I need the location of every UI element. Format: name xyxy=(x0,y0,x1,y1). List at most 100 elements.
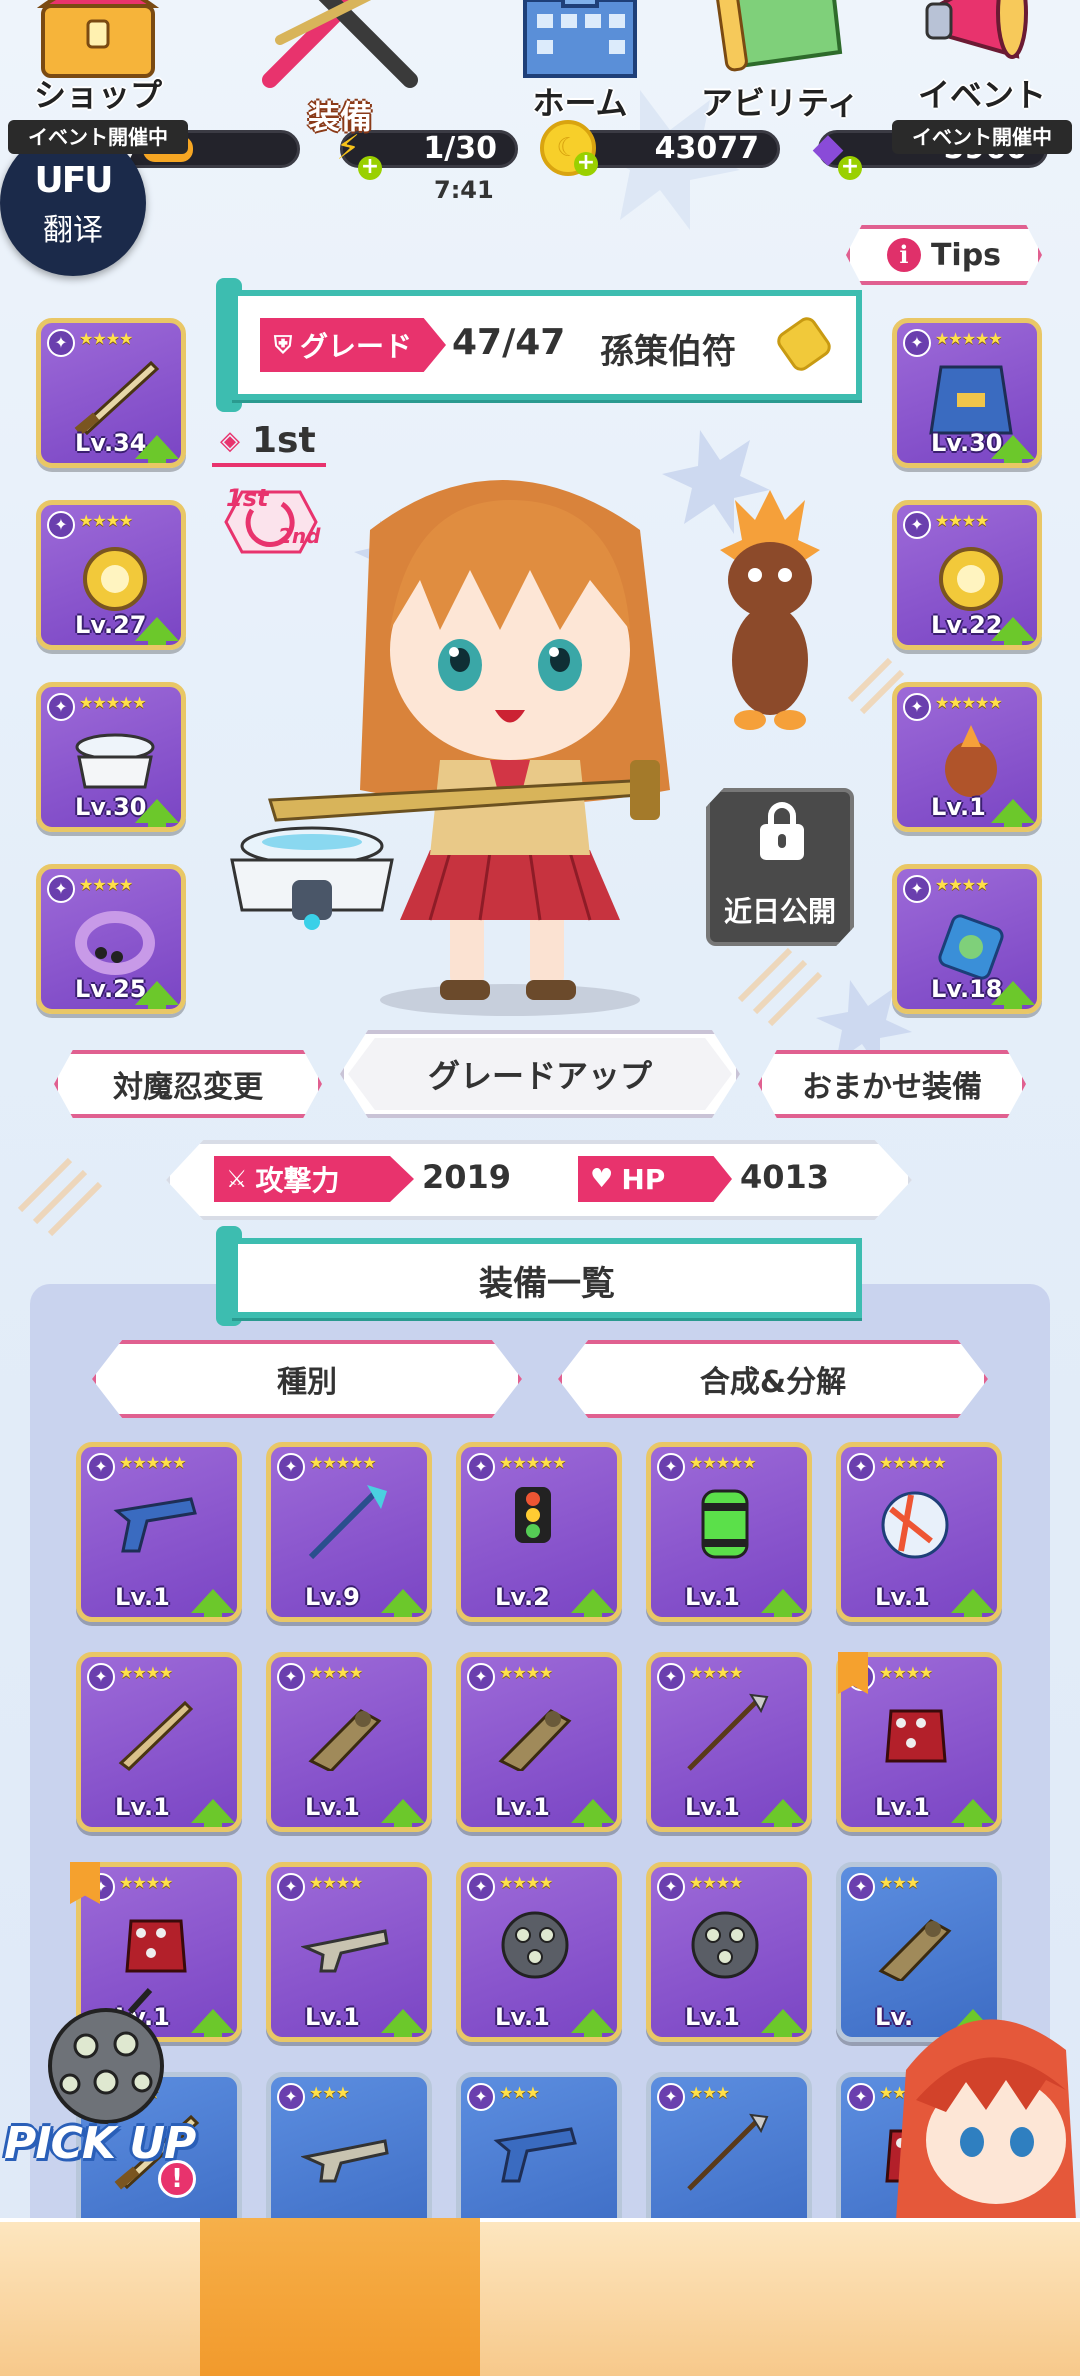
pickup-mine-icon[interactable] xyxy=(30,1986,180,2126)
equipment-type-icon: ✦ xyxy=(47,329,75,357)
left-equipment-slot-card[interactable]: ✦ ★★★★★ Lv.30 xyxy=(36,682,186,832)
level-label: Lv.1 xyxy=(931,793,986,821)
inventory-item-card[interactable]: ✦★★★★ Lv.1 xyxy=(456,1652,622,1832)
inventory-item-card[interactable]: ✦★★★★ Lv.1 xyxy=(456,1862,622,2042)
ball-icon xyxy=(881,1491,949,1559)
pickup-alert-badge: ! xyxy=(158,2160,196,2198)
nav-shop-label: ショップ xyxy=(33,76,162,114)
add-stamina-icon[interactable]: + xyxy=(358,156,382,180)
right-equipment-slot-card[interactable]: ✦ ★★★★ Lv.22 xyxy=(892,500,1042,650)
level-label: Lv.1 xyxy=(115,1583,170,1611)
upgrade-arrow-icon xyxy=(951,1589,995,1617)
level-label: Lv.1 xyxy=(495,1793,550,1821)
charm-icon xyxy=(938,914,1004,980)
upgrade-arrow-icon xyxy=(191,1799,235,1827)
hp-value: 4013 xyxy=(740,1158,830,1196)
inventory-item-card[interactable]: ✦ ★★★★★ Lv.1 xyxy=(76,1442,242,1622)
inventory-item-card[interactable]: ✦ ★★★★★ Lv.1 xyxy=(646,1442,812,1622)
armor-icon xyxy=(929,365,1013,435)
left-equipment-slot-card[interactable]: ✦ ★★★★ Lv.27 xyxy=(36,500,186,650)
left-equipment-slot-card[interactable]: ✦ ★★★★ Lv.25 xyxy=(36,864,186,1014)
level-label: Lv.1 xyxy=(685,1793,740,1821)
pet-icon xyxy=(945,725,997,797)
upgrade-arrow-icon xyxy=(191,1589,235,1617)
level-label: Lv.1 xyxy=(875,1583,930,1611)
inventory-item-card[interactable]: ✦★★★★ Lv.1 xyxy=(266,1862,432,2042)
nav-equipment[interactable]: 装備 xyxy=(200,0,480,158)
equipment-type-icon: ✦ xyxy=(903,511,931,539)
upgrade-arrow-icon xyxy=(135,981,179,1009)
rarity-stars: ★★★★ xyxy=(499,1663,553,1682)
bottom-nav xyxy=(0,2218,1080,2376)
rarity-stars: ★★★ xyxy=(689,2083,730,2102)
diamond-icon: ◈ xyxy=(220,426,240,456)
equipment-type-icon: ✦ xyxy=(277,2083,305,2111)
sword-icon: ⚔ xyxy=(226,1165,248,1193)
upgrade-arrow-icon xyxy=(381,1799,425,1827)
pickup-badge-text: ! xyxy=(171,2164,183,2194)
rarity-stars: ★★★★ xyxy=(79,875,133,894)
equipment-type-icon: ✦ xyxy=(903,693,931,721)
equipment-type-icon: ✦ xyxy=(657,2083,685,2111)
pickup-banner[interactable]: PICK UP xyxy=(4,2118,196,2169)
crossed-weapons-icon xyxy=(262,0,418,88)
rarity-stars: ★★★★★ xyxy=(309,1453,377,1472)
filter-type-button[interactable]: 種別 xyxy=(92,1340,522,1418)
right-equipment-slot-card[interactable]: ✦ ★★★★★ Lv.1 xyxy=(892,682,1042,832)
rarity-stars: ★★★★★ xyxy=(935,329,1003,348)
bracelet-icon xyxy=(75,911,155,975)
gauntlet-icon xyxy=(498,1709,572,1771)
inventory-item-card[interactable]: ✦ ★★★★★ Lv.9 xyxy=(266,1442,432,1622)
inventory-item-card[interactable]: ✦★★★★ Lv.1 xyxy=(646,1862,812,2042)
rarity-stars: ★★★★★ xyxy=(879,1453,947,1472)
grade-up-button[interactable]: グレードアップ xyxy=(340,1030,740,1118)
inventory-item-card[interactable]: ✦★★★★ Lv.1 xyxy=(646,1652,812,1832)
rarity-stars: ★★★★ xyxy=(499,1873,553,1892)
add-gems-icon[interactable]: + xyxy=(838,156,862,180)
level-label: Lv.1 xyxy=(685,1583,740,1611)
upgrade-arrow-icon xyxy=(761,1799,805,1827)
pet-illustration xyxy=(720,490,820,730)
hp-tag: ♥ HP xyxy=(578,1156,732,1202)
inventory-item-card[interactable]: ✦ ★★★★★ Lv.2 xyxy=(456,1442,622,1622)
character-name: 孫策伯符 xyxy=(600,332,736,372)
attack-tag: ⚔ 攻撃力 xyxy=(214,1156,414,1202)
shield-icon: ⛨ xyxy=(274,331,292,359)
left-equipment-slot-card[interactable]: ✦ ★★★★ Lv.34 xyxy=(36,318,186,468)
equipment-type-icon: ✦ xyxy=(87,1453,115,1481)
rarity-stars: ★★★★ xyxy=(119,1873,173,1892)
ring-icon xyxy=(83,547,147,611)
level-label: Lv.1 xyxy=(875,1793,930,1821)
equipment-type-icon: ✦ xyxy=(903,329,931,357)
upgrade-arrow-icon xyxy=(135,617,179,645)
locked-slot: 近日公開 xyxy=(706,788,854,946)
change-ninja-button[interactable]: 対魔忍変更 xyxy=(54,1050,322,1118)
grade-tag: ⛨ グレード xyxy=(260,318,446,372)
equipment-type-icon: ✦ xyxy=(277,1873,305,1901)
mine-icon xyxy=(691,1911,759,1979)
level-label: Lv.1 xyxy=(685,2003,740,2031)
info-icon: i xyxy=(886,238,921,272)
inventory-item-card[interactable]: ✦★★★★ Lv.1 xyxy=(266,1652,432,1832)
nav-event[interactable]: イベント イベント開催中 xyxy=(884,0,1080,158)
right-equipment-slot-card[interactable]: ✦ ★★★★ Lv.18 xyxy=(892,864,1042,1014)
nav-ability[interactable]: アビリティ xyxy=(680,0,880,158)
nav-shop[interactable]: ショップ イベント開催中 xyxy=(0,0,196,158)
upgrade-arrow-icon xyxy=(381,1589,425,1617)
gauntlet-icon xyxy=(878,1919,952,1981)
upgrade-arrow-icon xyxy=(191,2009,235,2037)
level-label: Lv.1 xyxy=(305,1793,360,1821)
right-equipment-slot-card[interactable]: ✦ ★★★★★ Lv.30 xyxy=(892,318,1042,468)
inventory-item-card[interactable]: ✦★★★★ Lv.1 xyxy=(76,1652,242,1832)
equipment-type-icon: ✦ xyxy=(47,511,75,539)
inventory-item-card[interactable]: ✦ ★★★★★ Lv.1 xyxy=(836,1442,1002,1622)
tips-button[interactable]: i Tips xyxy=(846,225,1042,285)
equipment-type-icon: ✦ xyxy=(657,1873,685,1901)
rarity-stars: ★★★ xyxy=(879,1873,920,1892)
nav-home[interactable]: ホーム xyxy=(480,0,680,158)
auto-equip-button[interactable]: おまかせ装備 xyxy=(758,1050,1026,1118)
pistol-icon xyxy=(113,1497,197,1553)
attack-label: 攻撃力 xyxy=(255,1164,340,1197)
translate-logo: UFU xyxy=(34,160,113,201)
synthesize-button[interactable]: 合成&分解 xyxy=(558,1340,988,1418)
